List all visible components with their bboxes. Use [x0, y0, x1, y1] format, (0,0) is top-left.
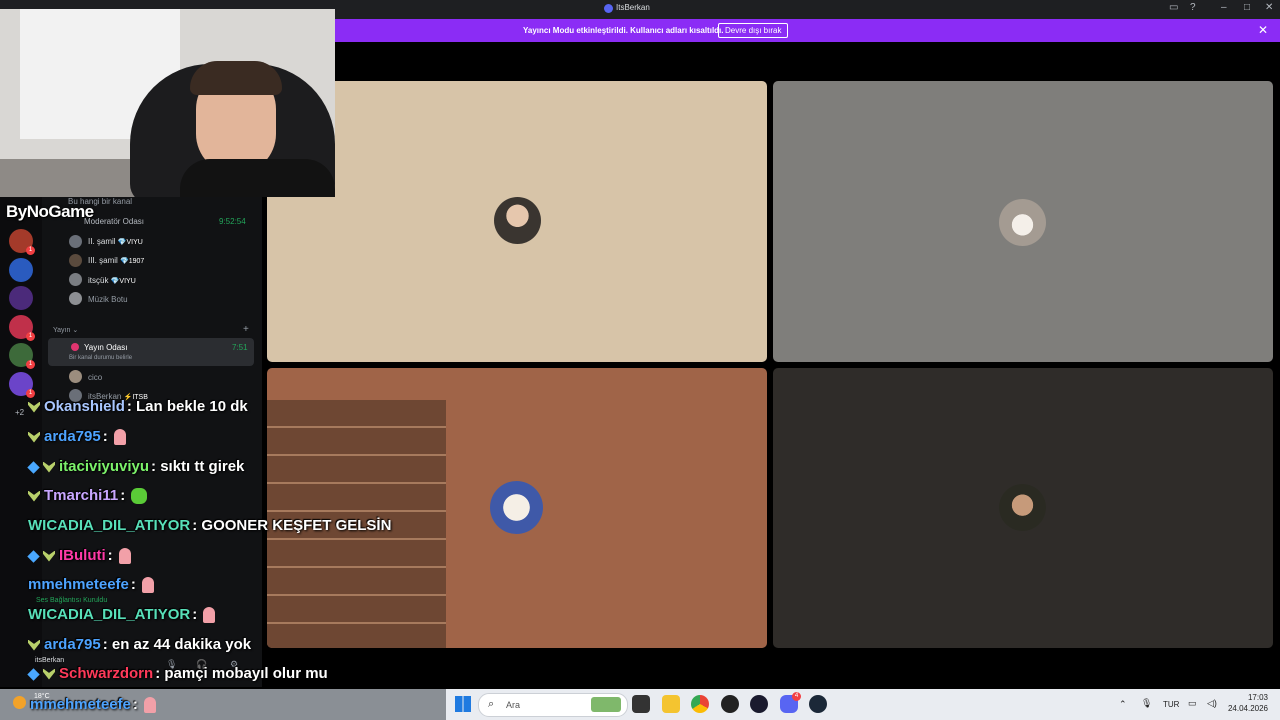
window-title: ItsBerkan — [616, 3, 650, 12]
chat-message: Tmarchi11: — [28, 487, 148, 505]
video-tile-4[interactable] — [773, 368, 1273, 648]
clock-time[interactable]: 17:03 — [1230, 693, 1268, 702]
file-explorer-icon[interactable] — [662, 695, 680, 713]
emote-icon — [203, 607, 216, 624]
member-name[interactable]: cico — [88, 373, 102, 382]
chat-message: arda795: — [28, 428, 126, 446]
server-icon[interactable]: 1 — [9, 372, 35, 398]
active-channel-highlight[interactable] — [48, 338, 254, 366]
search-placeholder: Ara — [506, 700, 521, 710]
close-window-button[interactable]: ✕ — [1265, 2, 1273, 13]
chat-message: Okanshield: Lan bekle 10 dk — [28, 398, 248, 415]
server-icon[interactable] — [9, 286, 33, 310]
member-name[interactable]: II. şamil 💎VIYU — [88, 237, 143, 246]
user-avatar — [69, 370, 82, 383]
video-tile-2[interactable] — [773, 81, 1273, 362]
webcam-jacket — [180, 159, 335, 197]
video-tile-1[interactable] — [267, 81, 767, 362]
minimize-button[interactable]: – — [1221, 2, 1227, 13]
more-servers-count[interactable]: +2 — [15, 408, 24, 417]
webcam-hair — [190, 61, 282, 95]
add-channel-icon[interactable]: + — [243, 324, 249, 335]
search-icon: ⌕ — [488, 698, 495, 710]
channel-timer: 9:52:54 — [219, 217, 246, 226]
chat-message: mmehmeteefe: — [30, 696, 156, 714]
server-icon[interactable]: 1 — [9, 343, 35, 369]
participant-avatar — [490, 481, 543, 534]
category-label[interactable]: Yayın ⌄ — [53, 326, 78, 334]
emote-icon — [131, 488, 148, 505]
server-icon[interactable]: 1 — [9, 229, 35, 255]
streamer-mode-banner: Yayıncı Modu etkinleştirildi. Kullanıcı … — [335, 19, 1280, 42]
taskbar-search[interactable]: ⌕ Ara — [478, 693, 628, 717]
chat-message: Schwarzdorn: pamçi mobayıl olur mu — [27, 665, 328, 682]
chat-message: WICADIA_DIL_ATIYOR: — [28, 606, 216, 624]
emote-icon — [143, 697, 156, 714]
chat-message: mmehmeteefe: — [28, 576, 154, 594]
emote-icon — [118, 548, 131, 565]
participant-avatar — [999, 199, 1046, 246]
microphone-tray-icon[interactable]: 🎙 — [1141, 698, 1152, 709]
member-name[interactable]: itsçük 💎VIYU — [88, 276, 136, 285]
banner-close-icon[interactable]: ✕ — [1258, 23, 1268, 37]
emote-icon — [141, 577, 154, 594]
show-hidden-icons-icon[interactable]: ⌃ — [1119, 699, 1127, 710]
clock-date[interactable]: 24.04.2026 — [1226, 704, 1268, 713]
channel-timer: 7:51 — [232, 343, 248, 352]
app-icon[interactable] — [750, 695, 768, 713]
discord-icon[interactable]: 4 — [780, 692, 801, 713]
voice-channel-stream[interactable]: Yayın Odası — [84, 343, 127, 352]
chat-message: arda795: en az 44 dakika yok — [28, 636, 251, 653]
taskbar-widgets-area: 18°C mmehmeteefe: — [0, 689, 446, 720]
user-avatar — [69, 235, 82, 248]
disable-streamer-mode-button[interactable]: Devre dışı bırak — [718, 23, 789, 38]
video-tile-3[interactable] — [267, 368, 767, 648]
network-icon[interactable]: ▭ — [1188, 698, 1197, 709]
search-highlight-icon — [591, 697, 621, 712]
obs-icon[interactable] — [721, 695, 739, 713]
voice-connection-status[interactable]: Ses Bağlantısı Kuruldu — [36, 597, 107, 604]
current-user-name[interactable]: itsBerkan — [35, 657, 64, 664]
weather-icon[interactable] — [13, 696, 26, 709]
live-dot-icon — [71, 343, 79, 351]
chrome-icon[interactable] — [691, 695, 709, 713]
banner-message: Yayıncı Modu etkinleştirildi. Kullanıcı … — [523, 26, 724, 35]
streamer-webcam — [0, 9, 335, 197]
inbox-icon[interactable]: ▭ — [1169, 2, 1178, 13]
steam-icon[interactable] — [809, 695, 827, 713]
help-icon[interactable]: ? — [1190, 2, 1196, 13]
user-avatar — [69, 254, 82, 267]
user-avatar — [69, 273, 82, 286]
server-icon[interactable] — [9, 258, 33, 282]
participant-avatar — [494, 197, 541, 244]
user-avatar — [69, 292, 82, 305]
emote-icon — [113, 429, 126, 446]
start-menu-icon[interactable] — [455, 696, 471, 712]
input-language[interactable]: TUR — [1163, 700, 1179, 709]
member-name[interactable]: Müzik Botu — [88, 295, 128, 304]
member-name[interactable]: III. şamil 💎1907 — [88, 256, 144, 265]
task-view-icon[interactable] — [632, 695, 650, 713]
chat-message: WICADIA_DIL_ATIYOR: GOONER KEŞFET GELSİN — [28, 517, 392, 534]
maximize-button[interactable]: □ — [1244, 2, 1250, 13]
chat-message: IBuluti: — [27, 547, 131, 565]
chat-message: itaciviyuviyu: sıktı tt girek — [27, 458, 244, 475]
participant-avatar — [999, 484, 1046, 531]
bynogame-logo: ByNoGame — [6, 202, 94, 221]
channel-status[interactable]: Bir kanal durumu belirle — [69, 355, 132, 361]
app-logo-icon — [604, 4, 613, 13]
volume-icon[interactable]: ◁) — [1207, 698, 1217, 709]
server-icon[interactable]: 1 — [9, 315, 35, 341]
